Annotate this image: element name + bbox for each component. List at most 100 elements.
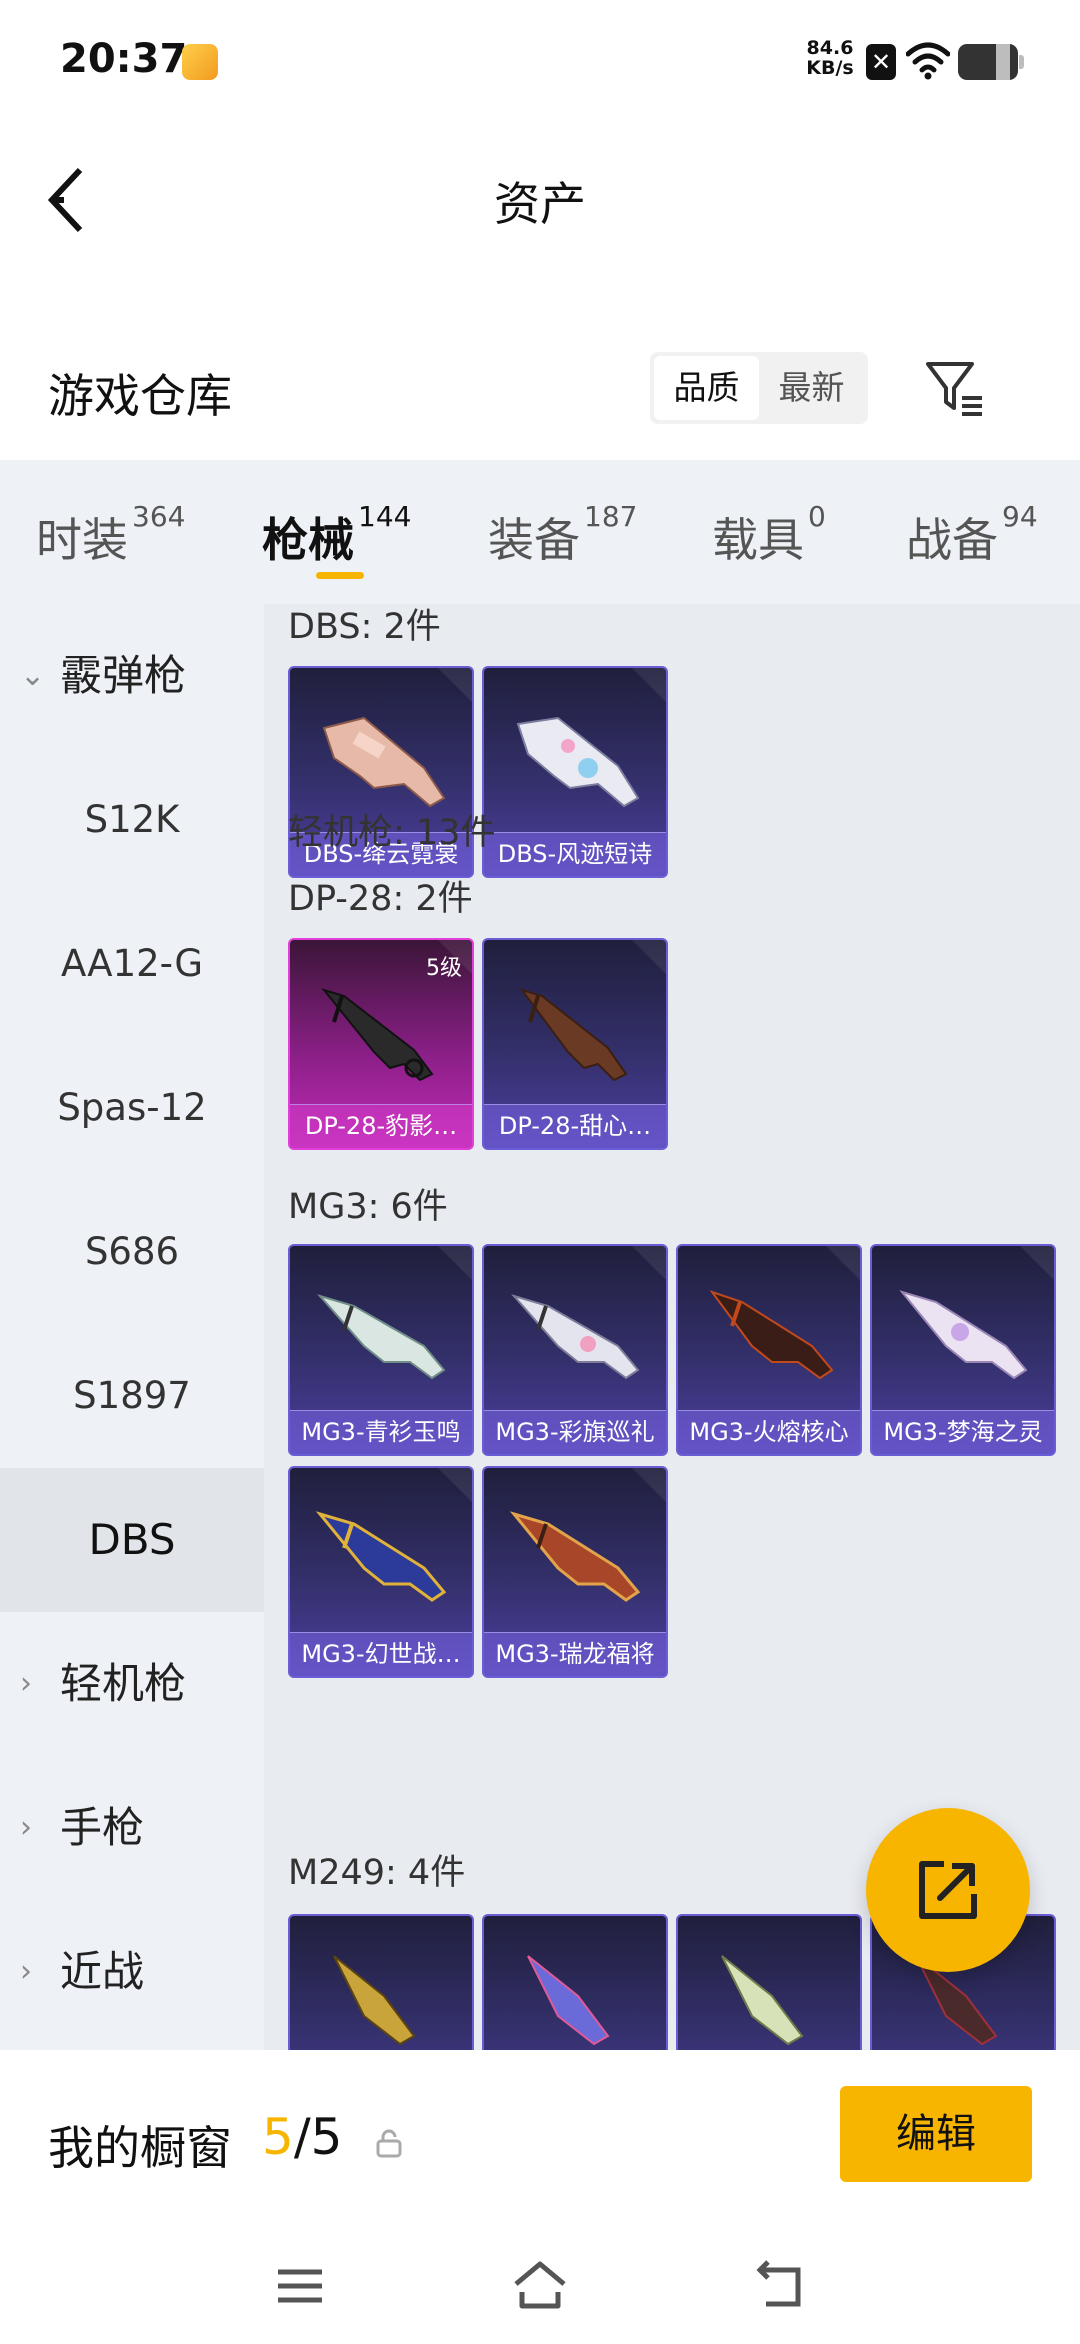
back-icon[interactable] — [748, 2254, 812, 2318]
tab-label: 枪械 — [262, 513, 354, 567]
close-box-icon: ✕ — [866, 44, 896, 80]
menu-icon[interactable] — [268, 2254, 332, 2318]
sort-toggle: 品质 最新 — [650, 352, 868, 424]
item-card-dbs-2[interactable]: DBS-风迹短诗 — [482, 666, 668, 878]
tab-firearms[interactable]: 枪械 144 — [262, 500, 411, 570]
showcase-title: 我的橱窗 — [48, 2121, 232, 2175]
lmg-skin-image — [316, 1294, 446, 1380]
tab-count: 187 — [584, 500, 638, 533]
group-label-mg3: MG3: 6件 — [288, 1187, 448, 1227]
wifi-icon — [906, 42, 950, 80]
home-icon[interactable] — [508, 2254, 572, 2318]
sidebar-item-dbs[interactable]: DBS — [0, 1468, 264, 1612]
sidebar-item-s1897[interactable]: S1897 — [0, 1324, 264, 1468]
group-label-lmg: 轻机枪: 13件 — [288, 813, 496, 853]
group-label-dp28: DP-28: 2件 — [288, 879, 473, 919]
weapon-type-sidebar: ⌄ 霰弹枪 S12K AA12-G Spas-12 S686 S1897 DBS… — [0, 604, 264, 2050]
group-label-m249: M249: 4件 — [288, 1853, 466, 1893]
item-card-dp28-2[interactable]: DP-28-甜心… — [482, 938, 668, 1150]
chevron-right-icon: › — [20, 1666, 32, 1701]
item-card-mg3-5[interactable]: MG3-幻世战… — [288, 1466, 474, 1678]
group-label-dbs: DBS: 2件 — [288, 607, 441, 647]
chevron-right-icon: › — [20, 1810, 32, 1845]
share-external-icon — [919, 1861, 977, 1919]
tab-label: 载具 — [712, 513, 804, 567]
sidebar-category-label: 近战 — [60, 1947, 145, 1996]
tab-label: 战备 — [906, 513, 998, 567]
item-card-mg3-2[interactable]: MG3-彩旗巡礼 — [482, 1244, 668, 1456]
item-card-mg3-3[interactable]: MG3-火熔核心 — [676, 1244, 862, 1456]
warehouse-title: 游戏仓库 — [48, 369, 232, 423]
network-speed-value: 84.6 — [806, 37, 854, 59]
edit-button[interactable]: 编辑 — [840, 2086, 1032, 2182]
lmg-skin-image — [321, 988, 434, 1082]
item-card-mg3-4[interactable]: MG3-梦海之灵 — [870, 1244, 1056, 1456]
item-card-name: DP-28-豹影… — [290, 1104, 472, 1148]
sidebar-category-label: 霰弹枪 — [60, 651, 187, 700]
sidebar-item-s686[interactable]: S686 — [0, 1180, 264, 1324]
lmg-skin-image — [899, 1290, 1028, 1380]
status-time: 20:37 — [60, 36, 188, 82]
sidebar-category-lmg[interactable]: › 轻机枪 — [0, 1612, 264, 1756]
item-card-m249-3[interactable] — [676, 1914, 862, 2050]
tab-count: 364 — [132, 500, 186, 533]
item-card-mg3-6[interactable]: MG3-瑞龙福将 — [482, 1466, 668, 1678]
category-tabs: 时装 364 枪械 144 装备 187 载具 0 战备 94 — [0, 460, 1080, 604]
sort-option-newest[interactable]: 最新 — [759, 356, 864, 420]
tab-vehicles[interactable]: 载具 0 — [712, 500, 826, 570]
item-card-m249-2[interactable] — [482, 1914, 668, 2050]
sidebar-category-pistol[interactable]: › 手枪 — [0, 1756, 264, 1900]
item-card-name: MG3-瑞龙福将 — [484, 1632, 666, 1676]
sort-option-quality[interactable]: 品质 — [654, 356, 759, 420]
system-nav-bar — [0, 2230, 1080, 2344]
chevron-right-icon: › — [20, 1954, 32, 1989]
shotgun-skin-image — [516, 716, 640, 808]
sidebar-category-label: 手枪 — [60, 1803, 145, 1852]
showcase-bar: 我的橱窗 5/5 编辑 — [0, 2050, 1080, 2230]
sidebar-category-label: 轻机枪 — [60, 1659, 187, 1708]
tab-count: 144 — [358, 500, 412, 533]
sidebar-category-shotgun[interactable]: ⌄ 霰弹枪 — [0, 604, 264, 748]
sidebar-item-s12k[interactable]: S12K — [0, 748, 264, 892]
showcase-count-separator: / — [293, 2108, 311, 2166]
network-speed-unit: KB/s — [806, 57, 854, 79]
network-speed: 84.6 KB/s — [800, 38, 860, 78]
chevron-down-icon: ⌄ — [20, 658, 46, 693]
tab-label: 装备 — [488, 513, 580, 567]
lmg-skin-image — [315, 1511, 447, 1602]
active-tab-indicator — [316, 572, 364, 579]
sidebar-category-melee[interactable]: › 近战 — [0, 1900, 264, 2044]
filter-icon[interactable] — [922, 356, 986, 420]
item-card-name: DP-28-甜心… — [484, 1104, 666, 1148]
showcase-count-total: 5 — [310, 2108, 343, 2166]
lmg-skin-image — [509, 1511, 641, 1602]
status-bar: 20:37 84.6 KB/s ✕ — [0, 0, 1080, 120]
sidebar-item-aa12g[interactable]: AA12-G — [0, 892, 264, 1036]
lmg-skin-image — [519, 988, 628, 1082]
app-notification-icon — [182, 44, 218, 80]
battery-icon — [958, 44, 1024, 80]
tab-combat-gear[interactable]: 战备 94 — [906, 500, 1038, 570]
item-card-mg3-1[interactable]: MG3-青衫玉鸣 — [288, 1244, 474, 1456]
lmg-skin-image — [709, 1290, 834, 1380]
item-card-name: DBS-风迹短诗 — [484, 832, 666, 876]
header: 资产 — [0, 120, 1080, 280]
item-card-dp28-1[interactable]: 5级 DP-28-豹影… — [288, 938, 474, 1150]
item-card-name: MG3-幻世战… — [290, 1632, 472, 1676]
showcase-count-current: 5 — [262, 2108, 294, 2166]
lmg-skin-image — [333, 1955, 416, 2046]
tab-count: 94 — [1002, 500, 1038, 533]
tab-fashion[interactable]: 时装 364 — [36, 500, 185, 570]
item-card-name: MG3-彩旗巡礼 — [484, 1410, 666, 1454]
shotgun-skin-image — [322, 716, 446, 808]
lmg-skin-image — [510, 1294, 640, 1380]
tab-count: 0 — [808, 500, 826, 533]
item-card-m249-1[interactable] — [288, 1914, 474, 2050]
tab-equipment[interactable]: 装备 187 — [488, 500, 637, 570]
share-button[interactable] — [866, 1808, 1030, 1972]
lmg-skin-image — [527, 1955, 610, 2046]
sidebar-item-spas12[interactable]: Spas-12 — [0, 1036, 264, 1180]
lock-icon — [376, 2129, 402, 2158]
tab-label: 时装 — [36, 513, 128, 567]
page-title: 资产 — [494, 177, 586, 231]
